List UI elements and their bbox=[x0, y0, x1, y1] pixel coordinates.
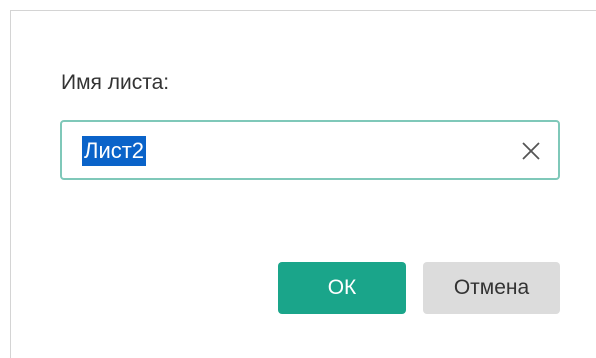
sheet-name-input[interactable]: Лист2 bbox=[60, 120, 560, 180]
rename-sheet-dialog: Имя листа: Лист2 ОК Отмена bbox=[10, 10, 596, 358]
ok-button[interactable]: ОК bbox=[278, 262, 406, 314]
sheet-name-value[interactable]: Лист2 bbox=[82, 136, 147, 166]
sheet-name-label: Имя листа: bbox=[61, 71, 170, 94]
close-icon[interactable] bbox=[520, 140, 542, 162]
cancel-button[interactable]: Отмена bbox=[423, 262, 560, 314]
